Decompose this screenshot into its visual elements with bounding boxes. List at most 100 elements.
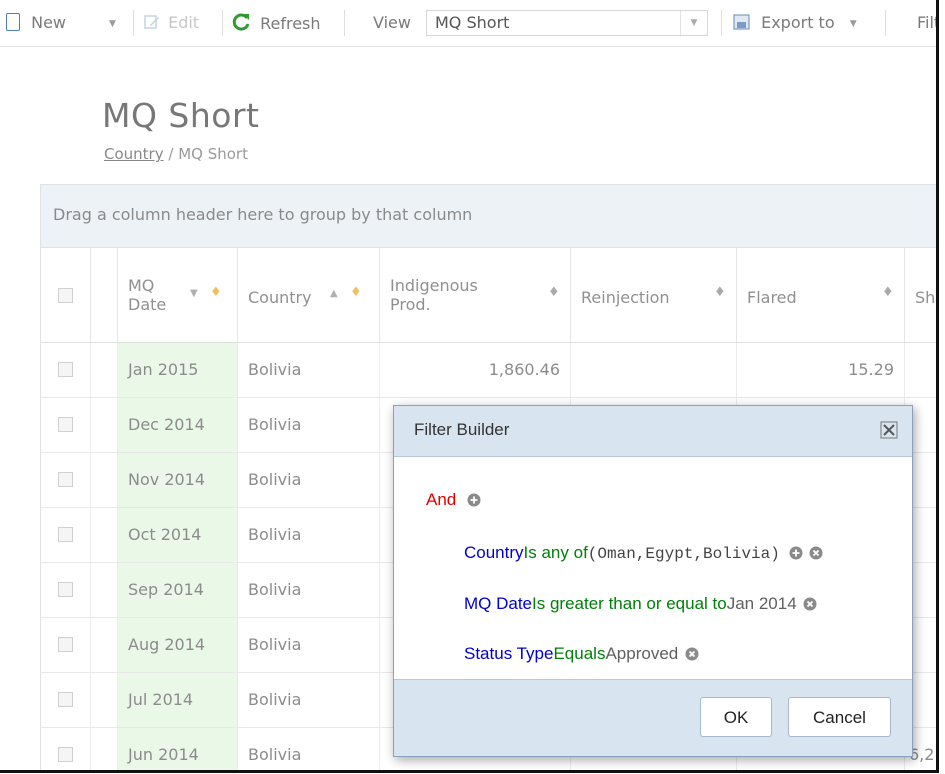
filter-builder-dialog: Filter Builder And CountryIs any of(Oman… [393, 405, 913, 757]
row-checkbox[interactable] [58, 472, 73, 487]
cell-country: Bolivia [238, 673, 380, 727]
condition-value-item[interactable]: Egypt [645, 545, 693, 563]
breadcrumb-link-country[interactable]: Country [104, 145, 164, 163]
condition-field[interactable]: Country [464, 543, 524, 562]
add-value-icon[interactable] [789, 546, 803, 560]
breadcrumb-current: MQ Short [178, 145, 248, 163]
cell-mq-date: Jul 2014 [118, 673, 238, 727]
filter-condition: CountryIs any of(Oman,Egypt,Bolivia) [464, 543, 823, 563]
view-select-value: MQ Short [435, 13, 510, 32]
column-header-country-label: Country [248, 288, 312, 307]
column-header-indigenous-line2: Prod. [390, 295, 431, 314]
cell-country: Bolivia [238, 563, 380, 617]
row-spacer [91, 728, 118, 770]
sort-down-icon: ▼ [190, 288, 198, 299]
row-checkbox[interactable] [58, 747, 73, 762]
group-panel-hint: Drag a column header here to group by th… [53, 205, 473, 224]
filter-button[interactable]: Filt [917, 12, 936, 34]
filter-condition: MQ DateIs greater than or equal toJan 20… [464, 594, 817, 614]
column-header-indigenous-line1: Indigenous [390, 276, 478, 295]
filter-condition: Status TypeEqualsApproved [464, 644, 699, 664]
condition-operator[interactable]: Equals [553, 644, 605, 663]
toolbar-divider [133, 10, 134, 36]
cell-mq-date: Sep 2014 [118, 563, 238, 617]
column-header-country[interactable]: Country ▲ ♦ [238, 248, 380, 342]
toolbar-divider [344, 10, 345, 36]
export-button-label: Export to [761, 13, 835, 32]
cell-country: Bolivia [238, 508, 380, 562]
row-spacer [91, 618, 118, 672]
filter-icon[interactable]: ♦ [210, 285, 222, 300]
column-header-flared[interactable]: Flared ♦ [737, 248, 905, 342]
condition-operator[interactable]: Is any of [524, 543, 588, 562]
remove-condition-icon[interactable] [803, 597, 817, 611]
condition-value-item[interactable]: Bolivia [703, 545, 770, 563]
column-header-shrinkage-label: Shri [915, 288, 936, 307]
close-icon[interactable] [880, 421, 898, 439]
row-select-cell [41, 398, 91, 452]
new-dropdown-arrow[interactable]: ▼ [109, 12, 116, 34]
cell-mq-date: Jun 2014 [118, 728, 238, 770]
chevron-down-icon[interactable]: ▼ [680, 11, 707, 35]
column-header-indigenous-prod[interactable]: Indigenous Prod. ♦ [380, 248, 571, 342]
row-spacer [91, 508, 118, 562]
column-header-label: MQ Date [128, 276, 166, 314]
ok-button[interactable]: OK [700, 697, 772, 737]
condition-value-item[interactable]: Oman [597, 545, 635, 563]
filter-builder-body: And CountryIs any of(Oman,Egypt,Bolivia) [394, 457, 912, 681]
row-checkbox[interactable] [58, 692, 73, 707]
row-checkbox[interactable] [58, 582, 73, 597]
refresh-icon [232, 13, 250, 31]
export-icon [733, 14, 750, 30]
row-checkbox[interactable] [58, 527, 73, 542]
edit-button[interactable]: Edit [144, 12, 199, 34]
row-checkbox[interactable] [58, 362, 73, 377]
column-header-mq-date[interactable]: MQ Date ▼ ♦ [118, 248, 238, 342]
breadcrumb-separator: / [163, 145, 179, 163]
condition-value[interactable]: Approved [605, 644, 678, 663]
condition-operator[interactable]: Is greater than or equal to [532, 594, 727, 613]
condition-value-separator: , [635, 545, 646, 563]
condition-value[interactable]: Jan 2014 [727, 594, 797, 613]
view-select[interactable]: MQ Short ▼ [426, 10, 708, 36]
group-operator[interactable]: And [426, 490, 456, 509]
dialog-footer: OK Cancel [394, 679, 912, 756]
condition-field[interactable]: Status Type [464, 644, 553, 663]
toolbar-divider [222, 10, 223, 36]
row-select-cell [41, 618, 91, 672]
cancel-button[interactable]: Cancel [788, 697, 891, 737]
add-condition-icon[interactable] [467, 493, 481, 507]
select-all-checkbox[interactable] [58, 288, 73, 303]
export-to-button[interactable]: Export to ▼ [733, 12, 857, 34]
row-spacer [91, 343, 118, 397]
sort-up-icon: ▲ [330, 288, 338, 299]
new-button-label: New [31, 13, 66, 32]
row-spacer [91, 673, 118, 727]
grid-header: MQ Date ▼ ♦ Country ▲ ♦ Indigenous Prod.… [41, 248, 936, 343]
cell-shrinkage [905, 343, 936, 397]
cell-mq-date: Aug 2014 [118, 618, 238, 672]
condition-field[interactable]: MQ Date [464, 594, 532, 613]
filter-group: And [426, 490, 481, 510]
refresh-button[interactable]: Refresh [231, 12, 321, 34]
remove-condition-icon[interactable] [685, 647, 699, 661]
row-checkbox[interactable] [58, 637, 73, 652]
filter-icon[interactable]: ♦ [548, 285, 560, 300]
filter-icon[interactable]: ♦ [714, 285, 726, 300]
view-label: View [373, 13, 411, 32]
new-button[interactable]: New [6, 12, 66, 34]
filter-icon[interactable]: ♦ [350, 285, 362, 300]
filter-icon[interactable]: ♦ [882, 285, 894, 300]
row-checkbox[interactable] [58, 417, 73, 432]
cell-mq-date: Nov 2014 [118, 453, 238, 507]
condition-value-separator: , [693, 545, 704, 563]
toolbar-divider [885, 10, 886, 36]
dialog-header[interactable]: Filter Builder [394, 406, 912, 457]
column-header-mq-date-line2: Date [128, 295, 167, 314]
column-header-shrinkage[interactable]: Shri [905, 248, 936, 342]
remove-condition-icon[interactable] [809, 546, 823, 560]
chevron-down-icon: ▼ [109, 19, 116, 29]
group-panel[interactable]: Drag a column header here to group by th… [41, 185, 936, 248]
column-header-reinjection[interactable]: Reinjection ♦ [571, 248, 737, 342]
table-row[interactable]: Jan 2015 Bolivia 1,860.46 15.29 [41, 343, 936, 398]
